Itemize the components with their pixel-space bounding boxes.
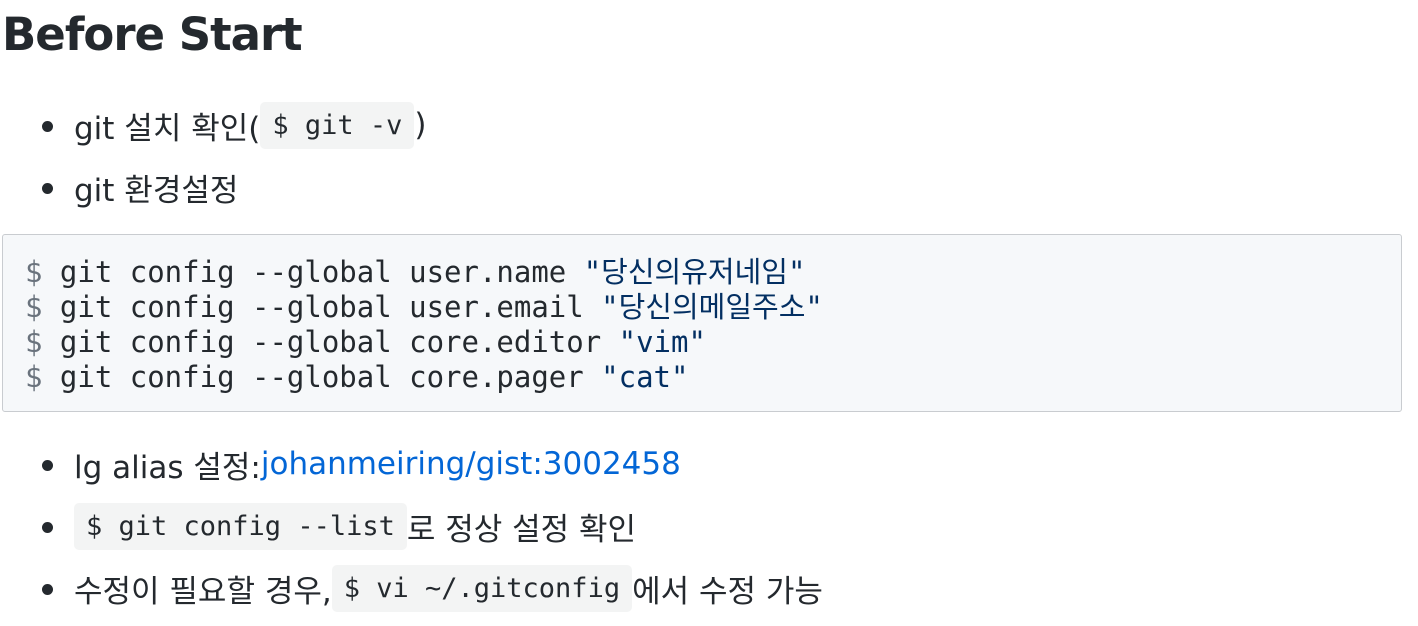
code-block: $ git config --global user.name "당신의유저네임… — [2, 234, 1402, 412]
list-item: $ git config --list 로 정상 설정 확인 — [0, 495, 823, 557]
list-item: 수정이 필요할 경우, $ vi ~/.gitconfig 에서 수정 가능 — [0, 557, 823, 619]
bullet-dot-icon — [42, 584, 53, 595]
code-command: git config --global core.pager — [42, 360, 602, 394]
bullet-dot-icon — [42, 460, 53, 471]
list-item-text: lg alias 설정: — [74, 449, 261, 486]
page-title: Before Start — [2, 8, 303, 61]
list-item: lg alias 설정: johanmeiring/gist:3002458 — [0, 433, 823, 495]
code-command: git config --global core.editor — [42, 325, 619, 359]
inline-code: $ git config --list — [74, 502, 407, 550]
code-prompt: $ — [25, 325, 43, 359]
gist-link[interactable]: johanmeiring/gist:3002458 — [261, 446, 681, 482]
code-command: git config --global user.email — [42, 290, 602, 324]
code-line: $ git config --global core.editor "vim" — [25, 325, 1401, 360]
list-item-text: git 설치 확인( — [74, 110, 261, 147]
code-line: $ git config --global core.pager "cat" — [25, 360, 1401, 395]
code-prompt: $ — [25, 290, 43, 324]
code-command: git config --global user.name — [42, 255, 584, 289]
list-item-text-after: ) — [414, 107, 427, 143]
inline-code: $ git -v — [260, 101, 415, 149]
list-item: git 설치 확인($ git -v) — [0, 94, 426, 156]
list-item-text: git 환경설정 — [74, 172, 239, 209]
bullet-list-top: git 설치 확인($ git -v) git 환경설정 — [0, 94, 426, 218]
code-line: $ git config --global user.email "당신의메일주… — [25, 290, 1401, 325]
code-line: $ git config --global user.name "당신의유저네임… — [25, 255, 1401, 290]
list-item: git 환경설정 — [0, 156, 426, 218]
code-string: "당신의메일주소" — [601, 290, 823, 324]
bullet-dot-icon — [42, 522, 53, 533]
code-prompt: $ — [25, 360, 43, 394]
code-string: "cat" — [601, 360, 689, 394]
list-item-text-after: 로 정상 설정 확인 — [406, 511, 637, 548]
bullet-dot-icon — [42, 121, 53, 132]
inline-code: $ vi ~/.gitconfig — [331, 564, 633, 612]
code-string: "vim" — [618, 325, 706, 359]
bullet-dot-icon — [42, 183, 53, 194]
list-item-text: 수정이 필요할 경우, — [74, 573, 332, 610]
code-prompt: $ — [25, 255, 43, 289]
code-string: "당신의유저네임" — [583, 255, 806, 289]
bullet-list-bottom: lg alias 설정: johanmeiring/gist:3002458 $… — [0, 433, 823, 619]
list-item-text-after: 에서 수정 가능 — [632, 573, 823, 610]
